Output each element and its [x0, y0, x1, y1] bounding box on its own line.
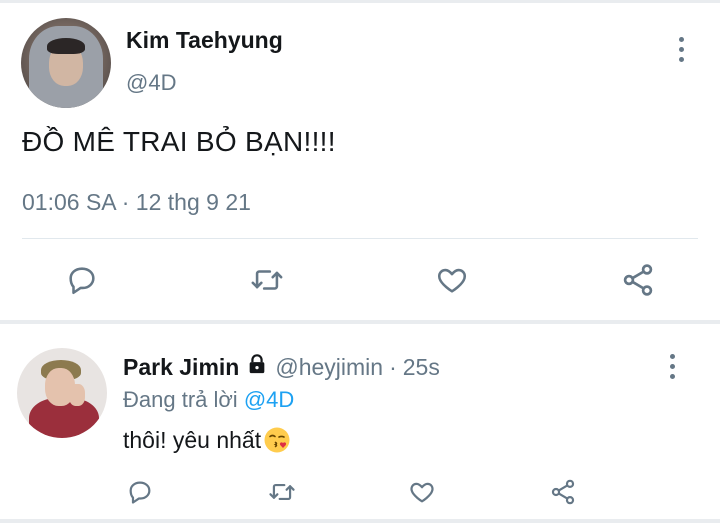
- share-icon: [623, 264, 653, 296]
- reply-text: thôi! yêu nhất: [123, 426, 291, 454]
- replying-to: Đang trả lời @4D: [123, 387, 294, 413]
- avatar[interactable]: [17, 348, 107, 438]
- lock-icon: [246, 353, 268, 381]
- reply-header: Park Jimin @heyjimin · 25s: [123, 353, 440, 381]
- separator: ·: [389, 353, 397, 380]
- reply-time[interactable]: 25s: [403, 354, 440, 381]
- main-tweet: Kim Taehyung @4D ĐỒ MÊ TRAI BỎ BẠN!!!! 0…: [0, 3, 720, 321]
- author-name[interactable]: Kim Taehyung: [126, 27, 283, 54]
- divider: [22, 238, 698, 239]
- avatar[interactable]: [21, 18, 111, 108]
- reply-text-content: thôi! yêu nhất: [123, 426, 262, 453]
- author-handle[interactable]: @4D: [126, 70, 176, 96]
- kissing-face-emoji-icon: [263, 426, 291, 454]
- replying-to-link[interactable]: @4D: [244, 387, 294, 412]
- share-icon: [551, 479, 575, 505]
- retweet-icon: [269, 483, 295, 501]
- author-handle[interactable]: @heyjimin: [275, 354, 383, 381]
- reply-button[interactable]: [120, 472, 160, 512]
- more-options-icon[interactable]: [676, 37, 688, 63]
- reply-icon: [69, 267, 95, 295]
- share-button[interactable]: [618, 260, 658, 300]
- like-button[interactable]: [402, 472, 442, 512]
- retweet-button[interactable]: [262, 472, 302, 512]
- author-name[interactable]: Park Jimin: [123, 354, 239, 381]
- replying-label: Đang trả lời: [123, 387, 238, 412]
- bottom-divider: [0, 519, 720, 523]
- share-button[interactable]: [543, 472, 583, 512]
- like-icon: [438, 268, 466, 293]
- like-button[interactable]: [432, 260, 472, 300]
- reply-tweet[interactable]: Park Jimin @heyjimin · 25s Đang trả lời …: [0, 324, 720, 525]
- more-options-icon[interactable]: [667, 354, 679, 380]
- tweet-timestamp[interactable]: 01:06 SA · 12 thg 9 21: [22, 189, 251, 216]
- reply-icon: [129, 481, 151, 504]
- retweet-button[interactable]: [247, 260, 287, 300]
- reply-button[interactable]: [62, 260, 102, 300]
- retweet-icon: [251, 270, 283, 290]
- like-icon: [410, 482, 434, 503]
- tweet-text: ĐỒ MÊ TRAI BỎ BẠN!!!!: [22, 126, 336, 157]
